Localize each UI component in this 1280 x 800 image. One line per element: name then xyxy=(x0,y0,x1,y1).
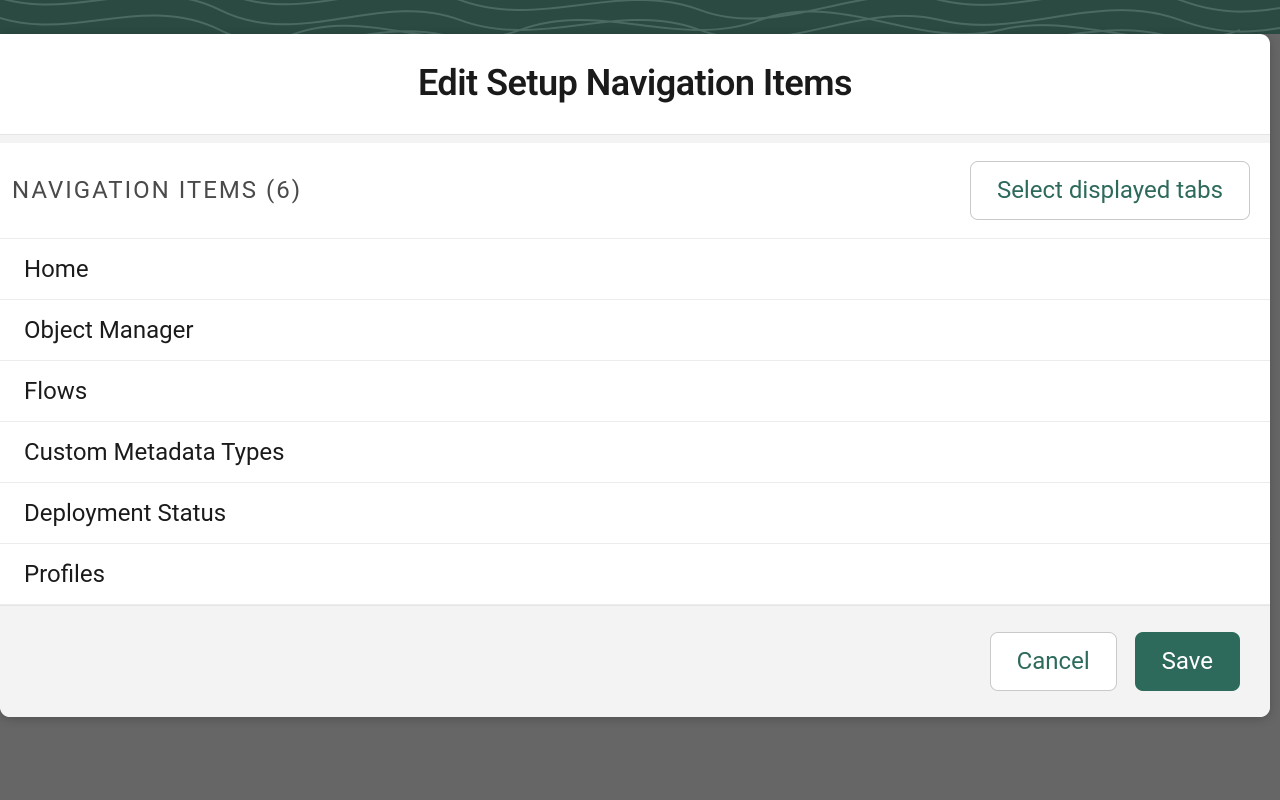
navigation-item[interactable]: Flows xyxy=(0,361,1270,422)
navigation-item[interactable]: Object Manager xyxy=(0,300,1270,361)
save-button[interactable]: Save xyxy=(1135,632,1240,691)
navigation-item-label: Object Manager xyxy=(24,316,193,344)
navigation-item-label: Deployment Status xyxy=(24,499,226,527)
cancel-button[interactable]: Cancel xyxy=(990,632,1117,691)
navigation-item[interactable]: Home xyxy=(0,238,1270,300)
edit-navigation-modal: Edit Setup Navigation Items NAVIGATION I… xyxy=(0,34,1270,717)
header-background-pattern xyxy=(0,0,1280,34)
navigation-item-label: Profiles xyxy=(24,560,105,588)
navigation-item-label: Custom Metadata Types xyxy=(24,438,285,466)
modal-subheader: NAVIGATION ITEMS (6) Select displayed ta… xyxy=(0,135,1270,238)
modal-footer: Cancel Save xyxy=(0,605,1270,717)
navigation-item[interactable]: Deployment Status xyxy=(0,483,1270,544)
modal-header: Edit Setup Navigation Items xyxy=(0,34,1270,135)
navigation-item-label: Flows xyxy=(24,377,87,405)
navigation-item[interactable]: Profiles xyxy=(0,544,1270,605)
select-displayed-tabs-button[interactable]: Select displayed tabs xyxy=(970,161,1250,220)
navigation-item[interactable]: Custom Metadata Types xyxy=(0,422,1270,483)
modal-title: Edit Setup Navigation Items xyxy=(20,62,1250,104)
navigation-items-count-label: NAVIGATION ITEMS (6) xyxy=(12,176,302,204)
navigation-item-label: Home xyxy=(24,255,89,283)
navigation-items-list: Home Object Manager Flows Custom Metadat… xyxy=(0,238,1270,605)
modal-backdrop: Edit Setup Navigation Items NAVIGATION I… xyxy=(0,0,1280,800)
